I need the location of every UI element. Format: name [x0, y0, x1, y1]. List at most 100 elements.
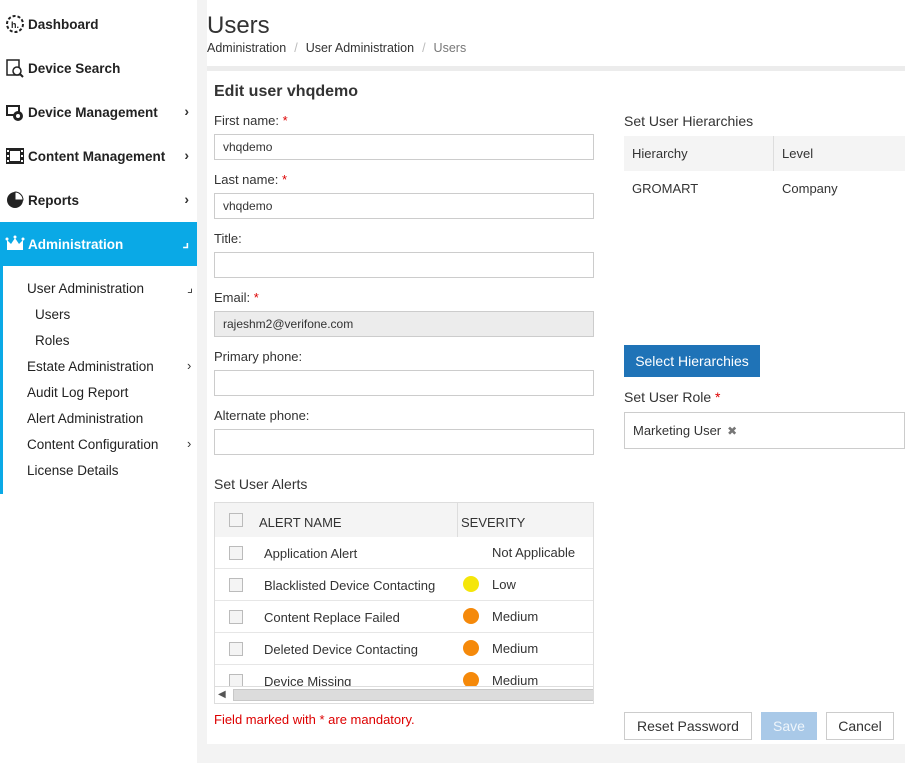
role-heading-text: Set User Role [624, 389, 712, 405]
breadcrumb-separator: / [422, 41, 426, 55]
required-marker: * [281, 172, 288, 187]
row-checkbox[interactable] [229, 578, 243, 592]
row-checkbox[interactable] [229, 642, 243, 656]
sidebar: h. Dashboard Device Search Device Manage… [0, 0, 197, 763]
alert-name: Blacklisted Device Contacting [264, 578, 436, 593]
mandatory-note: Field marked with * are mandatory. [214, 712, 415, 727]
scroll-left-icon[interactable]: ◀ [218, 689, 226, 700]
sub-users[interactable]: Users [35, 307, 70, 322]
hierarchies-table: Hierarchy Level GROMART Company [624, 136, 905, 206]
chevron-right-icon: › [187, 358, 192, 373]
severity-medium-icon [463, 608, 479, 624]
crown-icon [4, 233, 26, 255]
sub-audit-log-report[interactable]: Audit Log Report [27, 385, 128, 400]
alert-severity: Medium [492, 641, 539, 656]
sub-roles[interactable]: Roles [35, 333, 70, 348]
table-row[interactable]: Blacklisted Device Contacting Low [215, 569, 593, 601]
sub-alert-administration-label: Alert Administration [27, 411, 144, 426]
breadcrumb-administration[interactable]: Administration [207, 41, 286, 55]
remove-role-icon[interactable]: ✖ [727, 424, 737, 438]
sub-estate-administration[interactable]: Estate Administration › [27, 358, 191, 374]
nav-reports[interactable]: Reports › [0, 178, 197, 222]
role-select[interactable]: Marketing User ✖ [624, 412, 905, 449]
nav-content-management[interactable]: Content Management › [0, 134, 197, 178]
hierarchies-header-row: Hierarchy Level [624, 136, 905, 171]
scrollbar-thumb[interactable] [233, 689, 593, 701]
breadcrumb-user-administration[interactable]: User Administration [306, 41, 414, 55]
row-checkbox[interactable] [229, 610, 243, 624]
table-row[interactable]: GROMART Company [624, 171, 905, 206]
last-name-label: Last name: * [214, 172, 287, 187]
sub-user-administration[interactable]: User Administration ⌟ [27, 280, 193, 296]
first-name-label: First name: * [214, 113, 288, 128]
device-search-icon [4, 57, 26, 79]
alert-name: Deleted Device Contacting [264, 642, 418, 657]
column-alert-name[interactable]: ALERT NAME [259, 515, 342, 530]
required-marker: * [282, 113, 288, 128]
select-hierarchies-button[interactable]: Select Hierarchies [624, 345, 760, 377]
sub-content-configuration[interactable]: Content Configuration › [27, 436, 191, 452]
chevron-right-icon: › [184, 191, 189, 207]
breadcrumb-users: Users [433, 41, 467, 55]
sub-user-administration-label: User Administration [27, 281, 145, 296]
nav-device-management-label: Device Management [28, 104, 158, 120]
form-title: Edit user vhqdemo [214, 83, 359, 100]
table-row[interactable]: Content Replace Failed Medium [215, 601, 593, 633]
sub-license-details-label: License Details [27, 463, 119, 478]
column-severity[interactable]: SEVERITY [461, 515, 525, 530]
alerts-heading: Set User Alerts [214, 476, 308, 492]
chevron-right-icon: › [184, 147, 189, 163]
email-label-text: Email: [214, 290, 251, 305]
nav-device-management[interactable]: Device Management › [0, 90, 197, 134]
last-name-field[interactable]: vhqdemo [214, 193, 594, 219]
cancel-button[interactable]: Cancel [826, 712, 894, 740]
content-management-icon [4, 145, 26, 167]
column-hierarchy[interactable]: Hierarchy [624, 136, 774, 171]
role-heading: Set User Role * [624, 389, 721, 405]
dashboard-icon: h. [4, 13, 26, 35]
level-cell: Company [782, 181, 838, 196]
table-row[interactable]: Deleted Device Contacting Medium [215, 633, 593, 665]
pie-chart-icon [4, 189, 26, 211]
nav-device-search[interactable]: Device Search [0, 46, 197, 90]
svg-text:h.: h. [11, 20, 19, 30]
alert-name: Content Replace Failed [264, 610, 400, 625]
sub-estate-administration-label: Estate Administration [27, 359, 154, 374]
breadcrumb-separator: / [294, 41, 298, 55]
sub-alert-administration[interactable]: Alert Administration [27, 411, 143, 426]
sub-license-details[interactable]: License Details [27, 463, 119, 478]
title-label: Title: [214, 231, 242, 246]
nav-dashboard[interactable]: h. Dashboard [0, 2, 197, 46]
required-marker: * [715, 389, 721, 405]
first-name-field[interactable]: vhqdemo [214, 134, 594, 160]
severity-medium-icon [463, 640, 479, 656]
alternate-phone-label: Alternate phone: [214, 408, 310, 423]
sub-users-label: Users [35, 307, 71, 322]
chevron-right-icon: › [187, 436, 192, 451]
alert-severity: Low [492, 577, 516, 592]
selected-role-tag: Marketing User [633, 423, 722, 438]
title-field[interactable] [214, 252, 594, 278]
reset-password-button[interactable]: Reset Password [624, 712, 752, 740]
column-level[interactable]: Level [774, 136, 813, 171]
last-name-label-text: Last name: [214, 172, 279, 187]
required-marker: * [253, 290, 259, 305]
row-checkbox[interactable] [229, 546, 243, 560]
save-button[interactable]: Save [761, 712, 817, 740]
breadcrumb: Administration / User Administration / Users [207, 41, 466, 55]
select-all-checkbox[interactable] [229, 513, 243, 527]
hierarchy-cell: GROMART [632, 181, 699, 196]
email-field: rajeshm2@verifone.com [214, 311, 594, 337]
hierarchies-heading: Set User Hierarchies [624, 113, 754, 129]
primary-phone-label: Primary phone: [214, 349, 303, 364]
primary-phone-field[interactable] [214, 370, 594, 396]
device-management-icon [4, 101, 26, 123]
nav-device-search-label: Device Search [28, 60, 121, 76]
first-name-label-text: First name: [214, 113, 280, 128]
nav-administration[interactable]: Administration ⌟ [0, 222, 197, 266]
sub-audit-log-report-label: Audit Log Report [27, 385, 129, 400]
horizontal-scrollbar[interactable]: ◀ [215, 686, 593, 703]
sub-roles-label: Roles [35, 333, 70, 348]
table-row[interactable]: Application Alert Not Applicable [215, 537, 593, 569]
alternate-phone-field[interactable] [214, 429, 594, 455]
